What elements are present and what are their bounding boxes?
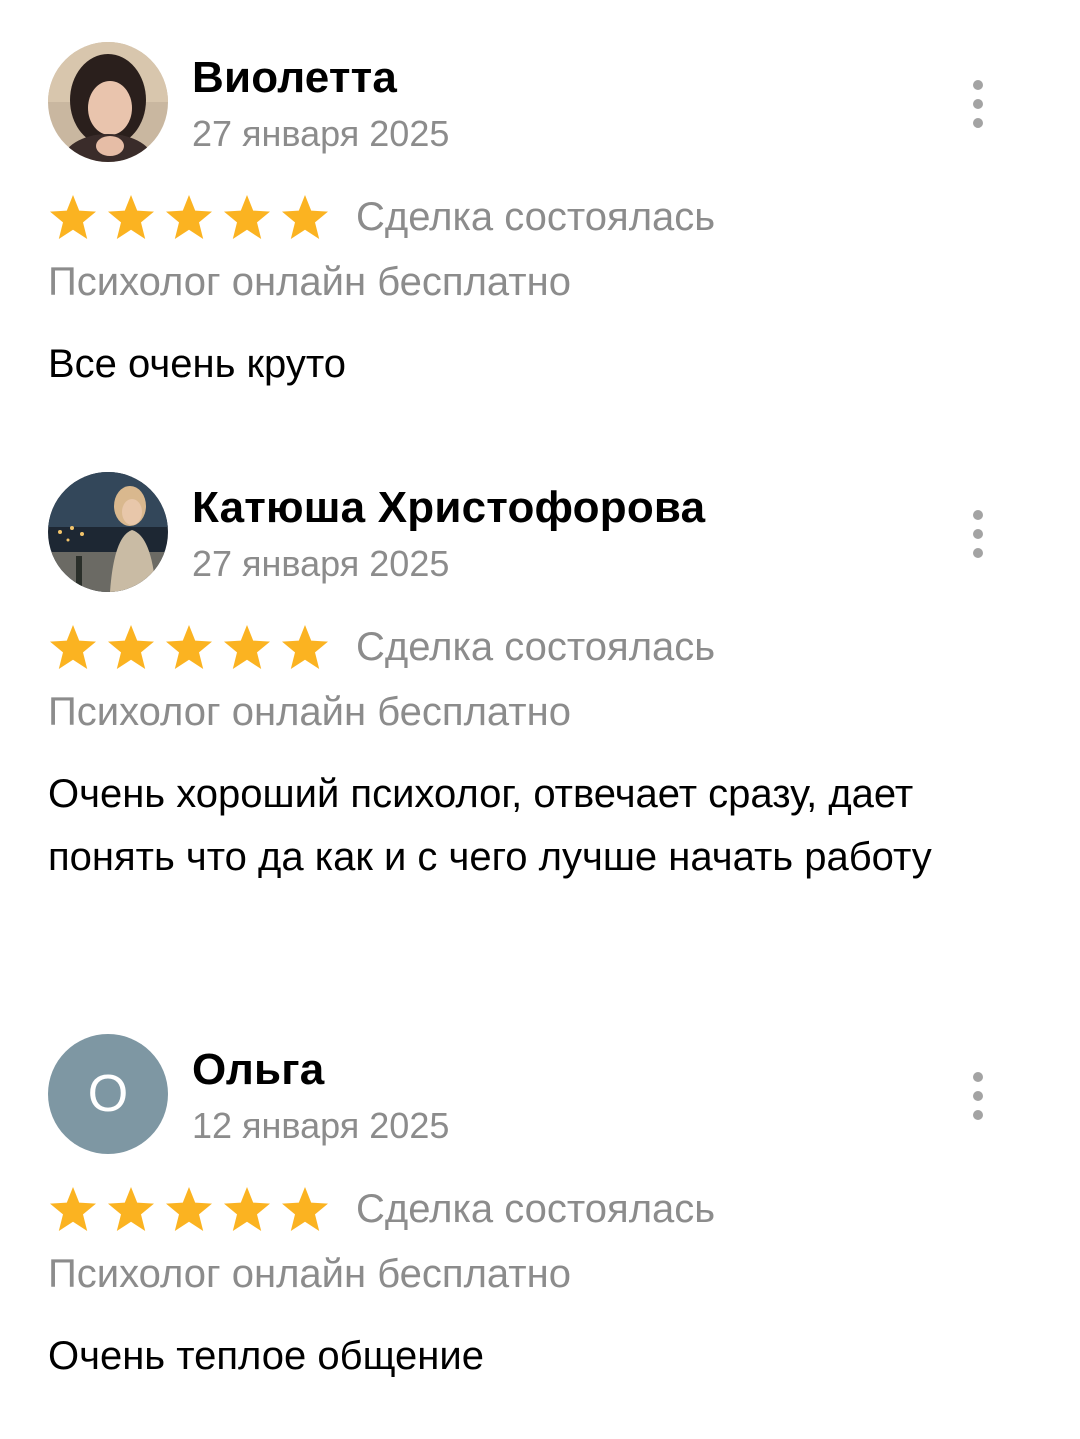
star-icon [108,195,154,239]
star-icon [166,1187,212,1231]
star-icon [282,195,328,239]
avatar-photo [48,472,168,592]
rating-row: Сделка состоялась [48,1184,715,1234]
review-card: Катюша Христофорова 27 января 2025 Сделк… [0,472,1080,962]
star-icon [50,195,96,239]
review-card: О Ольга 12 января 2025 Сделка состоялась… [0,1034,1080,1394]
menu-dot [973,118,983,128]
review-text: Очень хороший психолог, отвечает сразу, … [48,772,932,879]
service-title[interactable]: Психолог онлайн бесплатно [48,1249,571,1299]
review-text: Очень теплое общение [48,1334,484,1378]
avatar[interactable] [48,472,168,592]
star-icon [50,1187,96,1231]
reviewer-name: Катюша Христофорова [192,483,706,532]
review-card: Виолетта 27 января 2025 Сделка состоялас… [0,42,1080,402]
deal-status: Сделка состоялась [356,195,716,239]
star-icon [224,195,270,239]
more-vertical-icon [973,1072,983,1082]
menu-dot [973,99,983,109]
star-rating [48,193,330,241]
more-options-button[interactable] [960,80,996,128]
menu-dot [973,1110,983,1120]
review-date: 27 января 2025 [192,113,450,154]
rating-row: Сделка состоялась [48,192,715,242]
star-icon [50,625,96,669]
more-vertical-icon [973,510,983,520]
deal-status: Сделка состоялась [356,1187,716,1231]
review-date: 12 января 2025 [192,1105,450,1146]
star-icon [166,195,212,239]
star-rating [48,1185,330,1233]
star-icon [166,625,212,669]
reviewer-name: Виолетта [192,53,398,102]
service-title[interactable]: Психолог онлайн бесплатно [48,687,571,737]
review-text: Все очень круто [48,342,346,386]
avatar[interactable]: О [48,1034,168,1154]
star-icon [282,1187,328,1231]
deal-status: Сделка состоялась [356,625,716,669]
more-options-button[interactable] [960,1072,996,1120]
avatar-letter: О [87,1065,129,1123]
star-icon [108,625,154,669]
reviewer-name: Ольга [192,1045,325,1094]
menu-dot [973,529,983,539]
star-icon [108,1187,154,1231]
avatar[interactable] [48,42,168,162]
avatar-photo [48,42,168,162]
star-icon [224,625,270,669]
menu-dot [973,1091,983,1101]
star-rating [48,623,330,671]
rating-row: Сделка состоялась [48,622,715,672]
review-date: 27 января 2025 [192,543,450,584]
menu-dot [973,548,983,558]
more-vertical-icon [973,80,983,90]
star-icon [224,1187,270,1231]
star-icon [282,625,328,669]
more-options-button[interactable] [960,510,996,558]
service-title[interactable]: Психолог онлайн бесплатно [48,257,571,307]
